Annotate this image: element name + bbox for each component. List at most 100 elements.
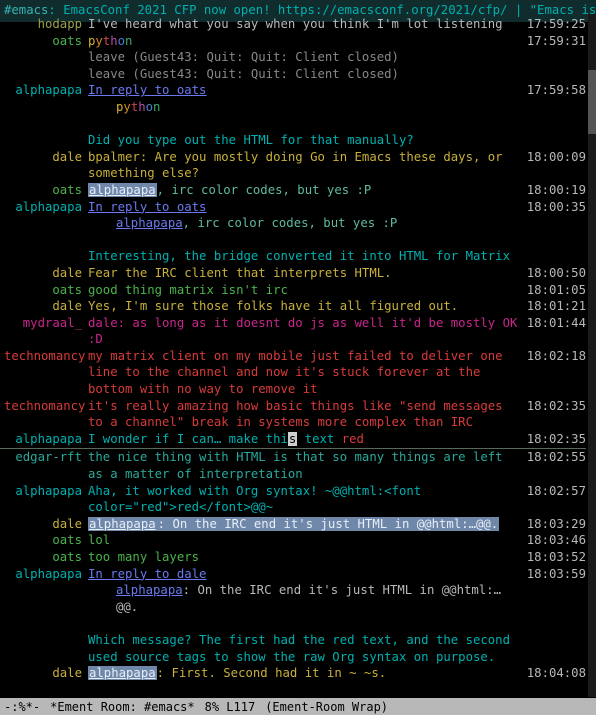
- chat-row: leave (Guest43: Quit: Quit: Client close…: [0, 66, 586, 83]
- message-cell: it's really amazing how basic things lik…: [88, 398, 524, 431]
- timestamp: 17:59:25: [524, 16, 586, 33]
- reply-target-link[interactable]: oats: [177, 200, 207, 214]
- message-text: , irc color codes, but yes :P: [183, 216, 398, 230]
- message-cell: Which message? The first had the red tex…: [88, 632, 524, 665]
- timestamp: 18:00:09: [524, 149, 586, 166]
- message-cell: leave (Guest43: Quit: Quit: Client close…: [88, 66, 524, 83]
- message-text: it's really amazing how basic things lik…: [88, 399, 503, 430]
- chat-row: [0, 116, 586, 133]
- scrollbar-track[interactable]: [588, 14, 596, 697]
- nick-cell: edgar-rft: [4, 449, 88, 466]
- chat-row: oatspython17:59:31: [0, 33, 586, 50]
- mention-link[interactable]: alphapapa: [88, 666, 157, 680]
- timestamp: 18:02:35: [524, 398, 586, 415]
- message-cell: I wonder if I can… make this text red: [88, 431, 524, 448]
- system-message: leave (Guest43: Quit: Quit: Client close…: [88, 67, 399, 81]
- message-text: the nice thing with HTML is that so many…: [88, 450, 503, 481]
- message-text: dale: as long as it doesnt do js as well…: [88, 316, 517, 347]
- chat-row: hodappI've heard what you say when you t…: [0, 16, 586, 33]
- reply-prefix[interactable]: In reply to: [88, 200, 177, 214]
- message-text: Fear the IRC client that interprets HTML…: [88, 266, 392, 280]
- python-colored: python: [116, 100, 160, 114]
- timestamp: 18:02:57: [524, 483, 586, 500]
- nick-cell: hodapp: [4, 16, 88, 33]
- chat-row: alphapapaIn reply to oats 17:59:58: [0, 82, 586, 99]
- mention-link[interactable]: alphapapa: [88, 183, 157, 197]
- chat-row: [0, 615, 586, 632]
- message-text: Did you type out the HTML for that manua…: [88, 133, 414, 147]
- nick-cell: alphapapa: [4, 82, 88, 99]
- message-cell: lol: [88, 532, 524, 549]
- reply-prefix[interactable]: In reply to: [88, 83, 177, 97]
- message-text: Interesting, the bridge converted it int…: [88, 249, 510, 263]
- message-text: , irc color codes, but yes :P: [157, 183, 372, 197]
- timestamp: 18:03:29: [524, 516, 586, 533]
- chat-row: dalebpalmer: Are you mostly doing Go in …: [0, 149, 586, 182]
- chat-row: mydraal_dale: as long as it doesnt do js…: [0, 315, 586, 348]
- scrollbar-thumb[interactable]: [588, 70, 596, 134]
- message-text: too many layers: [88, 550, 199, 564]
- message-cell: good thing matrix isn't irc: [88, 282, 524, 299]
- timestamp: 18:00:19: [524, 182, 586, 199]
- nick-cell: dale: [4, 149, 88, 166]
- chat-row: oatstoo many layers18:03:52: [0, 549, 586, 566]
- modeline-left: -:%*-: [4, 699, 40, 715]
- mention-link[interactable]: alphapapa: [116, 216, 183, 230]
- message-cell: bpalmer: Are you mostly doing Go in Emac…: [88, 149, 524, 182]
- message-cell: In reply to dale: [88, 566, 524, 583]
- message-cell: python: [88, 99, 524, 116]
- timestamp: 17:59:58: [524, 82, 586, 99]
- channel-name: #emacs: [4, 3, 48, 17]
- modeline-mode: (Ement-Room Wrap): [265, 699, 388, 715]
- message-text: text: [297, 432, 341, 446]
- chat-row: technomancyit's really amazing how basic…: [0, 398, 586, 431]
- nick-cell: oats: [4, 532, 88, 549]
- message-cell: alphapapa, irc color codes, but yes :P: [88, 215, 524, 232]
- reply-prefix[interactable]: In reply to: [88, 567, 177, 581]
- modeline: -:%*- *Ement Room: #emacs* 8% L117 (Emen…: [0, 698, 596, 715]
- timestamp: 18:02:35: [524, 431, 586, 448]
- chat-row: oatsalphapapa, irc color codes, but yes …: [0, 182, 586, 199]
- message-cell: alphapapa: On the IRC end it's just HTML…: [88, 582, 524, 615]
- timestamp: 18:03:46: [524, 532, 586, 549]
- nick-cell: dale: [4, 516, 88, 533]
- reply-target-link[interactable]: oats: [177, 83, 207, 97]
- chat-row: alphapapaIn reply to oats18:00:35: [0, 199, 586, 216]
- nick-cell: oats: [4, 33, 88, 50]
- nick-cell: oats: [4, 282, 88, 299]
- mention-link[interactable]: alphapapa: [88, 517, 157, 531]
- message-text: good thing matrix isn't irc: [88, 283, 288, 297]
- message-cell: Interesting, the bridge converted it int…: [88, 248, 524, 265]
- message-cell: alphapapa: On the IRC end it's just HTML…: [88, 516, 524, 533]
- message-text: Which message? The first had the red tex…: [88, 633, 510, 664]
- mention-link[interactable]: alphapapa: [116, 583, 183, 597]
- message-cell: alphapapa: First. Second had it in ~ ~s.: [88, 665, 524, 682]
- nick-cell: alphapapa: [4, 431, 88, 448]
- message-cell: the nice thing with HTML is that so many…: [88, 449, 524, 482]
- message-cell: my matrix client on my mobile just faile…: [88, 348, 524, 398]
- message-text: I've heard what you say when you think I…: [88, 17, 503, 31]
- chat-row: [0, 232, 586, 249]
- nick-cell: alphapapa: [4, 566, 88, 583]
- chat-row: alphapapa, irc color codes, but yes :P: [0, 215, 586, 232]
- timestamp: 18:02:18: [524, 348, 586, 365]
- timestamp: 18:00:50: [524, 265, 586, 282]
- topic-sep: :: [48, 3, 63, 17]
- timestamp: 18:03:59: [524, 566, 586, 583]
- nick-cell: technomancy: [4, 348, 88, 365]
- timestamp: 18:04:08: [524, 665, 586, 682]
- chat-area[interactable]: hodappI've heard what you say when you t…: [0, 16, 586, 697]
- chat-row: leave (Guest43: Quit: Quit: Client close…: [0, 49, 586, 66]
- nick-cell: mydraal_: [4, 315, 88, 332]
- chat-row: Interesting, the bridge converted it int…: [0, 248, 586, 265]
- message-cell: [88, 232, 524, 249]
- message-text: lol: [88, 533, 110, 547]
- reply-target-link[interactable]: dale: [177, 567, 207, 581]
- chat-row: alphapapaI wonder if I can… make this te…: [0, 431, 586, 448]
- nick-cell: alphapapa: [4, 199, 88, 216]
- python-colored: python: [88, 34, 132, 48]
- nick-cell: dale: [4, 298, 88, 315]
- message-text: my matrix client on my mobile just faile…: [88, 349, 503, 396]
- timestamp: 18:01:21: [524, 298, 586, 315]
- chat-row: edgar-rftthe nice thing with HTML is tha…: [0, 448, 586, 482]
